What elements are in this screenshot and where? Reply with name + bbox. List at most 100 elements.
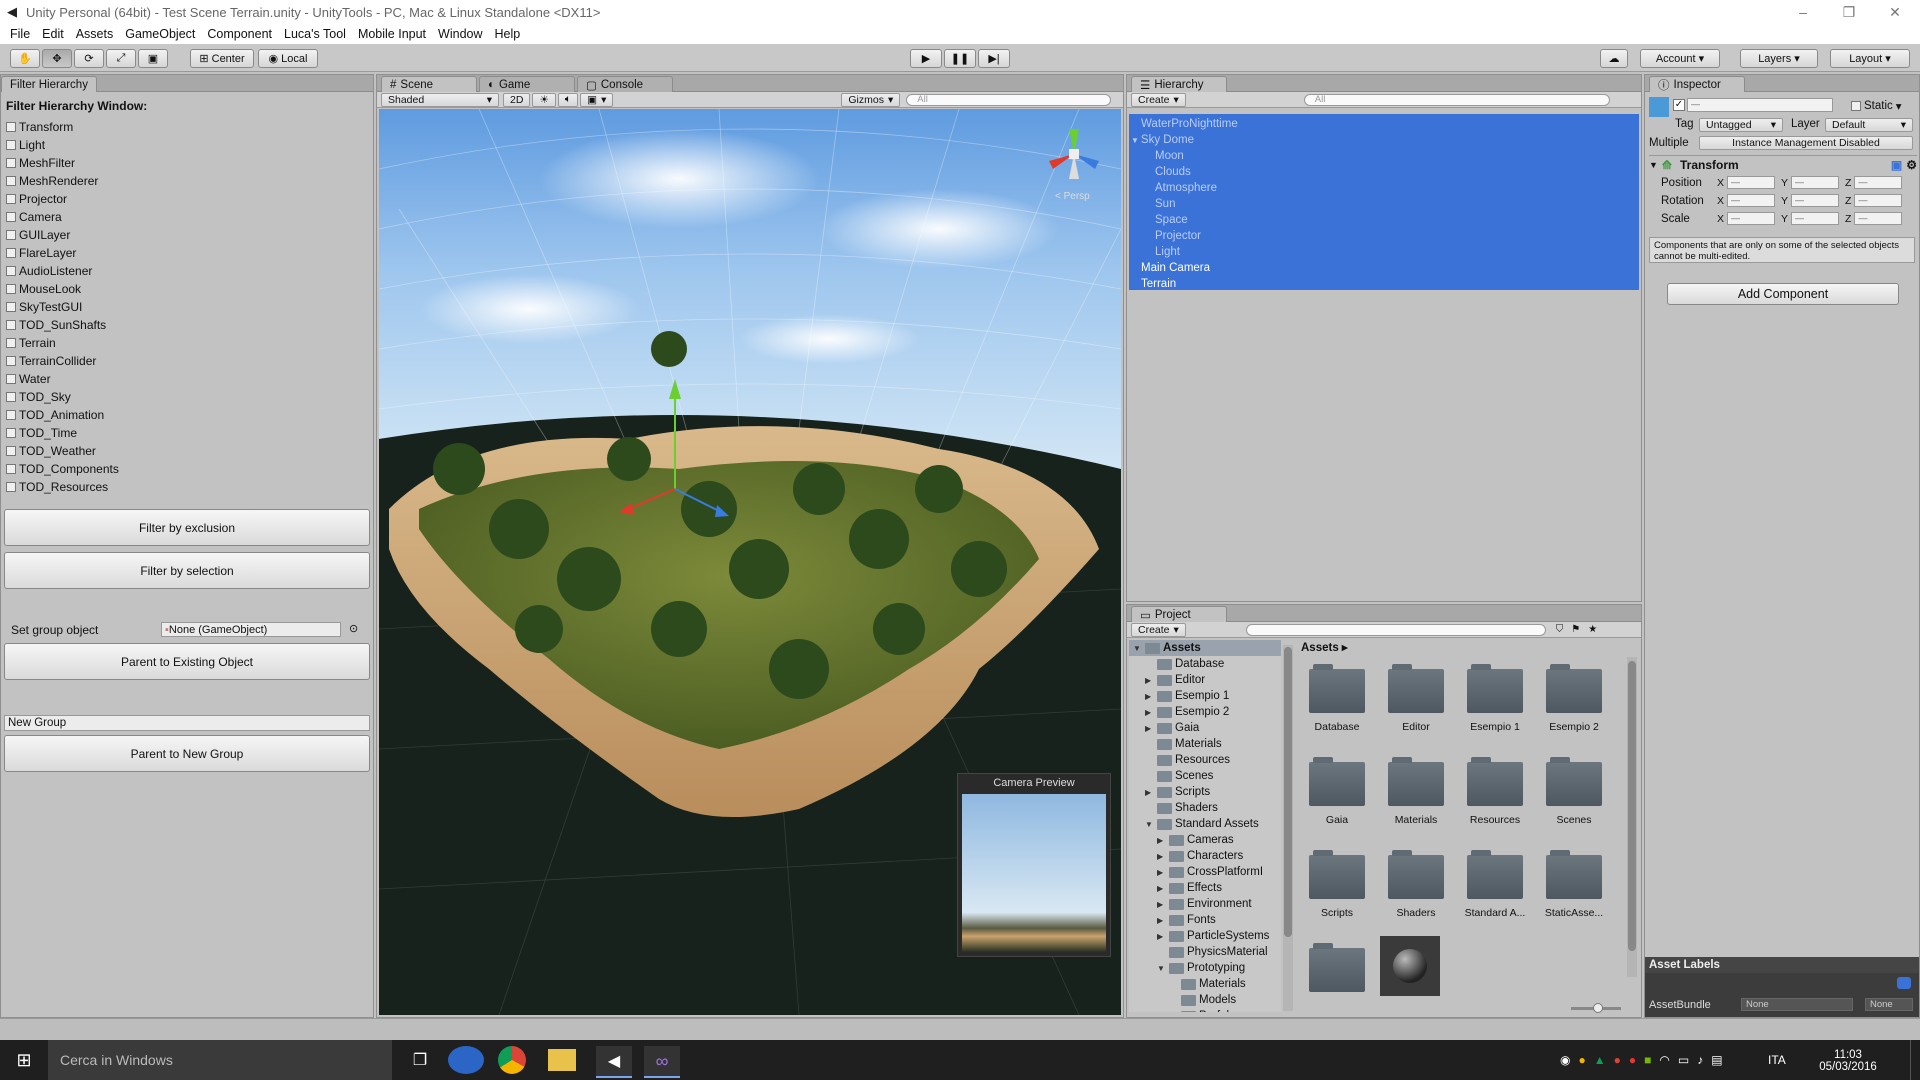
component-checkbox[interactable] (6, 320, 16, 330)
position-z-field[interactable]: — (1854, 176, 1903, 189)
component-filter-item[interactable]: Water (6, 370, 366, 388)
component-checkbox[interactable] (6, 284, 16, 294)
layer-dropdown[interactable]: Default ▾ (1825, 118, 1913, 132)
project-breadcrumb[interactable]: Assets ▸ (1297, 640, 1637, 654)
project-tree-item[interactable]: Resources (1129, 752, 1281, 768)
project-tree-item[interactable]: ▼ Standard Assets (1129, 816, 1281, 832)
project-tree-item[interactable]: ▶ Fonts (1129, 912, 1281, 928)
windows-start-icon[interactable]: ⊞ (0, 1040, 48, 1080)
component-checkbox[interactable] (6, 356, 16, 366)
tab-game[interactable]: ◐ Game (479, 76, 575, 92)
project-tree-item[interactable]: Materials (1129, 976, 1281, 992)
asset-folder[interactable] (1297, 936, 1377, 1011)
restore-icon[interactable]: ❐ (1826, 0, 1872, 24)
toggle-2d-button[interactable]: 2D (503, 92, 531, 107)
hierarchy-create-dropdown[interactable]: Create ▾ (1131, 92, 1186, 107)
file-explorer-icon[interactable] (548, 1049, 576, 1071)
move-tool-button[interactable]: ✥ (42, 49, 72, 68)
hierarchy-item[interactable]: Light (1129, 244, 1639, 260)
position-y-field[interactable]: — (1791, 176, 1840, 189)
taskbar-search-input[interactable]: Cerca in Windows (48, 1040, 392, 1080)
menu-file[interactable]: File (4, 27, 36, 41)
tree-arrow-icon[interactable]: ▶ (1157, 932, 1166, 941)
position-x-field[interactable]: — (1727, 176, 1776, 189)
component-filter-item[interactable]: MeshFilter (6, 154, 366, 172)
scene-viewport[interactable]: < Persp Camera Preview (379, 109, 1121, 1015)
project-tree-item[interactable]: ▶ CrossPlatformI (1129, 864, 1281, 880)
static-toggle[interactable]: Static ▾ (1851, 99, 1902, 113)
tab-inspector[interactable]: ⓘ Inspector (1649, 76, 1745, 92)
component-checkbox[interactable] (6, 248, 16, 258)
project-tree-item[interactable]: ▶ Gaia (1129, 720, 1281, 736)
component-filter-item[interactable]: Light (6, 136, 366, 154)
asset-folder[interactable]: Esempio 2 (1534, 657, 1614, 735)
asset-folder[interactable]: Scenes (1534, 750, 1614, 828)
visual-studio-icon[interactable]: ∞ (644, 1046, 680, 1078)
asset-folder[interactable]: Gaia (1297, 750, 1377, 828)
space-local-button[interactable]: ◉ Local (258, 49, 318, 68)
step-button[interactable]: ▶| (978, 49, 1010, 68)
zoom-slider[interactable] (1571, 1003, 1621, 1013)
asset-bundle-dropdown[interactable]: None (1741, 998, 1853, 1011)
play-button[interactable]: ▶ (910, 49, 942, 68)
close-icon[interactable]: ✕ (1872, 0, 1918, 24)
effects-dropdown[interactable]: ▣ ▾ (580, 92, 614, 107)
tree-arrow-icon[interactable]: ▶ (1145, 724, 1154, 733)
component-filter-item[interactable]: TOD_Components (6, 460, 366, 478)
parent-to-existing-button[interactable]: Parent to Existing Object (4, 643, 370, 680)
tree-arrow-icon[interactable]: ▶ (1145, 708, 1154, 717)
menu-component[interactable]: Component (201, 27, 278, 41)
show-desktop-button[interactable] (1910, 1040, 1920, 1080)
parent-to-new-group-button[interactable]: Parent to New Group (4, 735, 370, 772)
settings-gear-icon[interactable]: ⚙ (1906, 158, 1917, 172)
component-filter-item[interactable]: TOD_Sky (6, 388, 366, 406)
component-checkbox[interactable] (6, 410, 16, 420)
unity-taskbar-icon[interactable]: ◀ (596, 1046, 632, 1078)
menu-gameobject[interactable]: GameObject (119, 27, 201, 41)
scale-tool-button[interactable]: ⤢ (106, 49, 136, 68)
component-filter-item[interactable]: Terrain (6, 334, 366, 352)
project-tree-item[interactable]: Materials (1129, 736, 1281, 752)
component-checkbox[interactable] (6, 464, 16, 474)
transform-header[interactable]: ▼ ⟰ Transform ▣ ⚙ (1649, 157, 1917, 173)
project-tree-item[interactable]: Models (1129, 992, 1281, 1008)
project-tree-item[interactable]: ▶ Effects (1129, 880, 1281, 896)
component-checkbox[interactable] (6, 140, 16, 150)
component-filter-item[interactable]: AudioListener (6, 262, 366, 280)
tree-arrow-icon[interactable]: ▼ (1157, 964, 1166, 973)
project-tree-item[interactable]: Shaders (1129, 800, 1281, 816)
project-tree-item[interactable]: ▶ Editor (1129, 672, 1281, 688)
tab-filter-hierarchy[interactable]: Filter Hierarchy (1, 76, 97, 92)
tab-console[interactable]: ▢ Console (577, 76, 673, 92)
component-checkbox[interactable] (6, 230, 16, 240)
scale-x-field[interactable]: — (1727, 212, 1776, 225)
pause-button[interactable]: ❚❚ (944, 49, 976, 68)
tab-hierarchy[interactable]: ☰ Hierarchy (1131, 76, 1227, 92)
component-checkbox[interactable] (6, 302, 16, 312)
account-dropdown[interactable]: Account ▾ (1640, 49, 1720, 68)
hierarchy-item[interactable]: Atmosphere (1129, 180, 1639, 196)
pivot-center-button[interactable]: ⊞ Center (190, 49, 254, 68)
tray-app-icon[interactable]: ● (1578, 1053, 1585, 1067)
add-component-button[interactable]: Add Component (1667, 283, 1899, 305)
component-filter-item[interactable]: TOD_Animation (6, 406, 366, 424)
tree-scrollbar[interactable] (1283, 645, 1293, 1011)
asset-folder[interactable]: StaticAsse... (1534, 843, 1614, 921)
hierarchy-item[interactable]: Moon (1129, 148, 1639, 164)
component-checkbox[interactable] (6, 392, 16, 402)
app-icon-1[interactable] (448, 1046, 484, 1074)
tree-arrow-icon[interactable]: ▶ (1157, 900, 1166, 909)
hierarchy-search-input[interactable]: All (1303, 93, 1610, 106)
menu-window[interactable]: Window (432, 27, 488, 41)
tree-arrow-icon[interactable]: ▼ (1145, 820, 1154, 829)
project-tree-item[interactable]: ▶ Scripts (1129, 784, 1281, 800)
hierarchy-item[interactable]: Terrain (1129, 276, 1639, 292)
component-checkbox[interactable] (6, 176, 16, 186)
project-tree-item[interactable]: ▶ ParticleSystems (1129, 928, 1281, 944)
project-tree-item[interactable]: ▶ Characters (1129, 848, 1281, 864)
asset-folder[interactable]: Materials (1376, 750, 1456, 828)
asset-folder[interactable]: Scripts (1297, 843, 1377, 921)
audio-toggle[interactable]: 🔈︎ (557, 92, 579, 107)
component-checkbox[interactable] (6, 428, 16, 438)
clock[interactable]: 11:03 05/03/2016 (1808, 1044, 1888, 1078)
